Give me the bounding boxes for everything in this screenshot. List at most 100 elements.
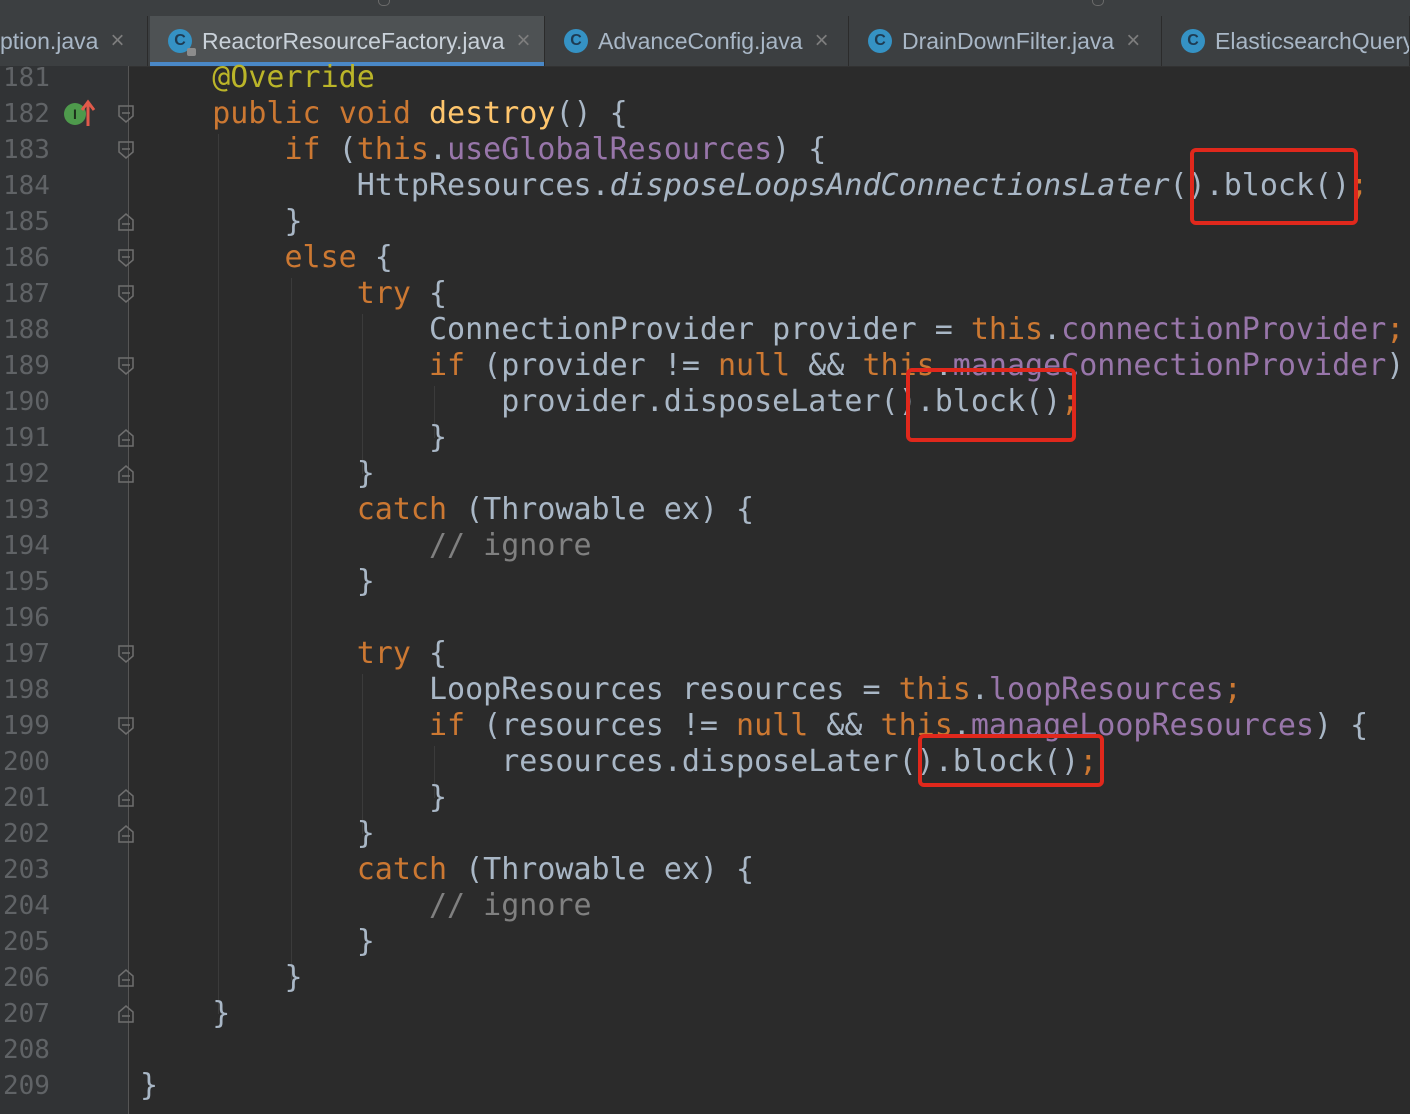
fold-collapse-icon[interactable] (118, 717, 134, 735)
fold-end-icon[interactable] (118, 969, 134, 987)
field-use-global-resources: useGlobalResources (447, 132, 773, 167)
code-line-204: // ignore (140, 888, 592, 924)
class-icon: C (564, 29, 588, 53)
fold-end-icon[interactable] (118, 213, 134, 231)
code-text: ; (1223, 672, 1242, 707)
breadcrumb-icon (378, 0, 390, 6)
code-line-195: } (140, 564, 375, 600)
code-line-191: } (140, 420, 447, 456)
code-text: (Throwable ex) { (447, 852, 755, 887)
code-line-184: HttpResources.disposeLoopsAndConnections… (140, 168, 1368, 204)
fold-collapse-icon[interactable] (118, 645, 134, 663)
code-line-182: public void destroy() { (140, 96, 627, 132)
line-number: 185 (3, 207, 50, 237)
code-text: ConnectionProvider provider = (428, 312, 971, 347)
comment: // ignore (428, 888, 592, 923)
keyword-try: try (356, 276, 411, 311)
code-text: ( (320, 132, 357, 167)
tab-elasticsearch-query[interactable]: C ElasticsearchQuery (1163, 16, 1410, 66)
code-text: } (356, 924, 375, 959)
code-text: } (428, 420, 448, 455)
code-line-188: ConnectionProvider provider = this.conne… (140, 312, 1404, 348)
line-number: 203 (3, 855, 50, 885)
static-method-call: disposeLoopsAndConnectionsLater (609, 168, 1170, 203)
code-line-205: } (140, 924, 375, 960)
fold-collapse-icon[interactable] (118, 249, 134, 267)
fold-collapse-icon[interactable] (118, 105, 134, 123)
code-text: (resources != (465, 708, 737, 743)
close-icon[interactable]: × (815, 27, 829, 55)
keyword-else: else (284, 240, 357, 275)
line-number: 186 (3, 243, 50, 273)
fold-end-icon[interactable] (118, 465, 134, 483)
fold-collapse-icon[interactable] (118, 285, 134, 303)
code-text: } (428, 780, 448, 815)
code-text: (provider != (465, 348, 718, 383)
line-number: 209 (3, 1071, 50, 1101)
code-text: } (356, 816, 375, 851)
class-icon: C (868, 29, 892, 53)
fold-collapse-icon[interactable] (118, 357, 134, 375)
tab-drain-down-filter[interactable]: C DrainDownFilter.java × (850, 16, 1162, 66)
code-line-207: } (140, 996, 230, 1032)
close-icon[interactable]: × (1126, 27, 1140, 55)
override-arrow-icon[interactable] (80, 98, 96, 128)
comment: // ignore (428, 528, 592, 563)
code-line-199: if (resources != null && this.manageLoop… (140, 708, 1368, 744)
code-line-202: } (140, 816, 375, 852)
line-number: 187 (3, 279, 50, 309)
field-loop-resources: loopResources (988, 672, 1224, 707)
class-icon: C (1181, 29, 1205, 53)
tab-advance-config[interactable]: C AdvanceConfig.java × (546, 16, 849, 66)
code-line-198: LoopResources resources = this.loopResou… (140, 672, 1242, 708)
line-number: 189 (3, 351, 50, 381)
code-text: . (429, 132, 448, 167)
line-number: 192 (3, 459, 50, 489)
code-text: . (1043, 312, 1062, 347)
tab-option-java[interactable]: ption.java × (0, 16, 148, 66)
keyword-null: null (717, 348, 791, 383)
close-icon[interactable]: × (517, 27, 531, 55)
line-number: 196 (3, 603, 50, 633)
breadcrumb-bar (0, 0, 1410, 16)
highlight-box (906, 368, 1076, 442)
tab-label: AdvanceConfig.java (598, 27, 803, 54)
code-text: } (356, 564, 375, 599)
code-line-201: } (140, 780, 447, 816)
breadcrumb-icon (1092, 0, 1104, 6)
keyword-if: if (428, 348, 466, 383)
code-line-183: if (this.useGlobalResources) { (140, 132, 827, 168)
fold-end-icon[interactable] (118, 789, 134, 807)
method-name: destroy (429, 96, 556, 131)
tab-label: ReactorResourceFactory.java (202, 27, 505, 54)
keyword-this: this (898, 672, 971, 707)
line-number: 182 (3, 99, 50, 129)
code-text: HttpResources. (356, 168, 610, 203)
keyword-catch: catch (356, 852, 448, 887)
close-icon[interactable]: × (110, 27, 124, 55)
code-line-194: // ignore (140, 528, 592, 564)
tab-label: ElasticsearchQuery (1215, 27, 1410, 54)
fold-end-icon[interactable] (118, 429, 134, 447)
line-number: 183 (3, 135, 50, 165)
line-number: 199 (3, 711, 50, 741)
keyword-void: void (338, 96, 411, 131)
code-text: } (356, 456, 375, 491)
tab-label: ption.java (0, 27, 99, 54)
keyword-this: this (970, 312, 1044, 347)
code-text: { (410, 636, 448, 671)
field-connection-provider: connectionProvider (1061, 312, 1387, 347)
code-text: ) (1386, 348, 1405, 383)
code-text: } (140, 1068, 159, 1103)
fold-end-icon[interactable] (118, 825, 134, 843)
code-line-181: @Override (140, 60, 375, 96)
keyword-catch: catch (356, 492, 448, 527)
code-text: ; (1386, 312, 1405, 347)
fold-collapse-icon[interactable] (118, 141, 134, 159)
code-text: ( (1169, 168, 1188, 203)
code-text: ) { (1314, 708, 1369, 743)
code-text: } (212, 996, 231, 1031)
code-line-209: } (140, 1068, 158, 1104)
fold-end-icon[interactable] (118, 1005, 134, 1023)
tab-reactor-resource-factory[interactable]: C ReactorResourceFactory.java × (150, 16, 545, 66)
